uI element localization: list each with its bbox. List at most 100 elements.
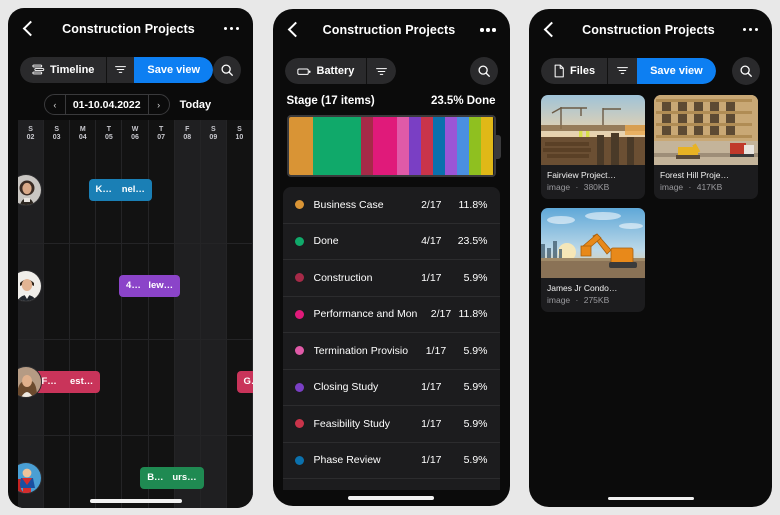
- stage-name: Business Case: [313, 198, 384, 211]
- stage-name: Performance and Monitoring: [313, 308, 419, 321]
- stage-list-item[interactable]: Done 4/17 23.5%: [282, 224, 500, 260]
- day-of-week: W: [131, 126, 139, 133]
- gantt-chart[interactable]: S 02 S 03 M 04 T 05 W 06 T 07 F 08 S 09 S 10 K… nel… 4… lew……: [18, 119, 253, 508]
- stage-list-item[interactable]: Business Case 2/17 11.8%: [282, 187, 500, 224]
- task-bar-start-label: B…: [147, 472, 164, 483]
- file-card[interactable]: Forest Hill Proje… image · 417KB: [654, 94, 758, 199]
- back-icon[interactable]: [287, 21, 303, 39]
- stage-name: Feasibility Study: [313, 417, 390, 430]
- stage-color-dot: [294, 236, 304, 246]
- file-size: 275KB: [583, 294, 610, 305]
- stage-count: 1/17: [425, 344, 447, 357]
- view-control-group: Files Save view: [541, 57, 716, 84]
- gantt-task-bar[interactable]: K… nel…: [88, 178, 152, 201]
- avatar[interactable]: [18, 269, 42, 302]
- file-grid: Fairview Project… image · 380KB Forest Hi…: [529, 91, 772, 491]
- date-navigation: ‹ 01-10.04.2022 › Today: [8, 90, 253, 120]
- filter-button[interactable]: [106, 56, 135, 83]
- view-chip-timeline[interactable]: Timeline: [20, 56, 107, 83]
- gantt-task-bar[interactable]: G…: [236, 370, 253, 393]
- file-card[interactable]: Fairview Project… image · 380KB: [541, 94, 645, 199]
- battery-top-bar: Construction Projects: [273, 9, 510, 51]
- battery-chart-wrapper: [286, 115, 501, 177]
- back-icon[interactable]: [543, 21, 559, 39]
- battery-segment: [312, 117, 361, 175]
- file-icon: [553, 64, 565, 78]
- screenshot-root: Construction Projects Timeline Save view…: [0, 0, 780, 515]
- stage-count: 1/17: [421, 454, 442, 467]
- gantt-row: F… est… G…: [18, 340, 253, 436]
- battery-segment: [397, 117, 410, 175]
- filter-button[interactable]: [607, 57, 638, 84]
- stage-list-item[interactable]: Feasibility Study 1/17 5.9%: [282, 406, 500, 443]
- stage-color-dot: [294, 346, 304, 356]
- battery-segment: [445, 117, 458, 175]
- search-button[interactable]: [469, 57, 498, 85]
- search-button[interactable]: [732, 56, 760, 85]
- date-range-pill: ‹ 01-10.04.2022 ›: [43, 94, 170, 115]
- file-name: James Jr Condo…: [547, 282, 618, 293]
- file-card[interactable]: James Jr Condo… image · 275KB: [541, 207, 645, 312]
- day-number: 07: [157, 134, 165, 141]
- file-subtitle: image · 380KB: [547, 182, 639, 192]
- day-number: 06: [131, 134, 139, 141]
- day-number: 08: [183, 134, 192, 141]
- file-type: image: [660, 181, 684, 192]
- file-size: 417KB: [696, 181, 723, 192]
- save-view-button[interactable]: Save view: [637, 57, 716, 84]
- day-of-week: T: [158, 126, 164, 133]
- file-meta-separator: ·: [573, 294, 581, 305]
- stage-list-item[interactable]: Phase Review 1/17 5.9%: [282, 443, 500, 479]
- gantt-row: 4… lew…: [18, 244, 253, 340]
- today-button[interactable]: Today: [180, 99, 212, 111]
- timeline-toolbar: Timeline Save view: [8, 50, 253, 90]
- save-view-button[interactable]: Save view: [134, 56, 213, 83]
- stage-percent: 5.9%: [463, 454, 488, 467]
- day-of-week: S: [54, 126, 59, 133]
- stage-list-item[interactable]: Performance and Monitoring 2/17 11.8%: [282, 297, 500, 333]
- prev-period-button[interactable]: ‹: [45, 95, 65, 114]
- task-bar-end-label: urs…: [172, 472, 197, 483]
- avatar[interactable]: [18, 173, 42, 206]
- filter-icon: [114, 63, 127, 76]
- stage-percent: 23.5%: [457, 235, 488, 248]
- next-period-button[interactable]: ›: [149, 95, 169, 114]
- date-range-value[interactable]: 01-10.04.2022: [64, 95, 149, 114]
- stage-count: 4/17: [421, 235, 442, 248]
- files-toolbar: Files Save view: [529, 51, 772, 91]
- day-of-week: M: [79, 126, 86, 133]
- battery-segment: [409, 117, 422, 175]
- stage-breakdown-list[interactable]: Business Case 2/17 11.8% Done 4/17 23.5% Const…: [282, 187, 500, 490]
- file-thumbnail: [541, 207, 645, 278]
- gantt-task-bar[interactable]: 4… lew…: [119, 274, 181, 297]
- view-chip-battery[interactable]: Battery: [284, 58, 367, 84]
- filter-icon: [616, 64, 629, 77]
- stage-list-item[interactable]: Construction 1/17 5.9%: [282, 260, 500, 297]
- battery-chart[interactable]: [286, 115, 496, 177]
- more-horizontal-icon[interactable]: [219, 26, 239, 31]
- phone-battery-view: Construction Projects Battery Stage (17 …: [272, 9, 510, 506]
- search-button[interactable]: [213, 55, 241, 84]
- filter-button[interactable]: [366, 58, 397, 84]
- file-type: image: [547, 181, 571, 192]
- avatar[interactable]: [18, 461, 42, 494]
- battery-segment: [360, 117, 373, 175]
- gantt-task-bar[interactable]: B… urs…: [140, 466, 204, 489]
- more-horizontal-icon[interactable]: [476, 28, 496, 32]
- more-horizontal-icon[interactable]: [738, 27, 758, 32]
- gantt-row: B… urs…: [18, 436, 253, 508]
- gantt-day-header: T 07: [149, 120, 174, 148]
- horizontal-scroll-indicator[interactable]: [89, 499, 182, 503]
- back-icon[interactable]: [22, 20, 38, 38]
- day-number: 02: [26, 134, 35, 141]
- stage-list-item[interactable]: Termination Provisions 1/17 5.9%: [282, 333, 500, 370]
- gantt-task-bar[interactable]: F… est…: [34, 370, 101, 393]
- view-chip-files[interactable]: Files: [541, 57, 608, 84]
- day-number: 03: [52, 134, 61, 141]
- stage-color-dot: [294, 273, 304, 283]
- stage-list-item[interactable]: Closing Study 1/17 5.9%: [282, 370, 500, 406]
- filter-icon: [375, 65, 388, 78]
- stage-percent: 5.9%: [463, 344, 488, 357]
- battery-segment: [469, 117, 482, 175]
- battery-segment: [288, 117, 313, 175]
